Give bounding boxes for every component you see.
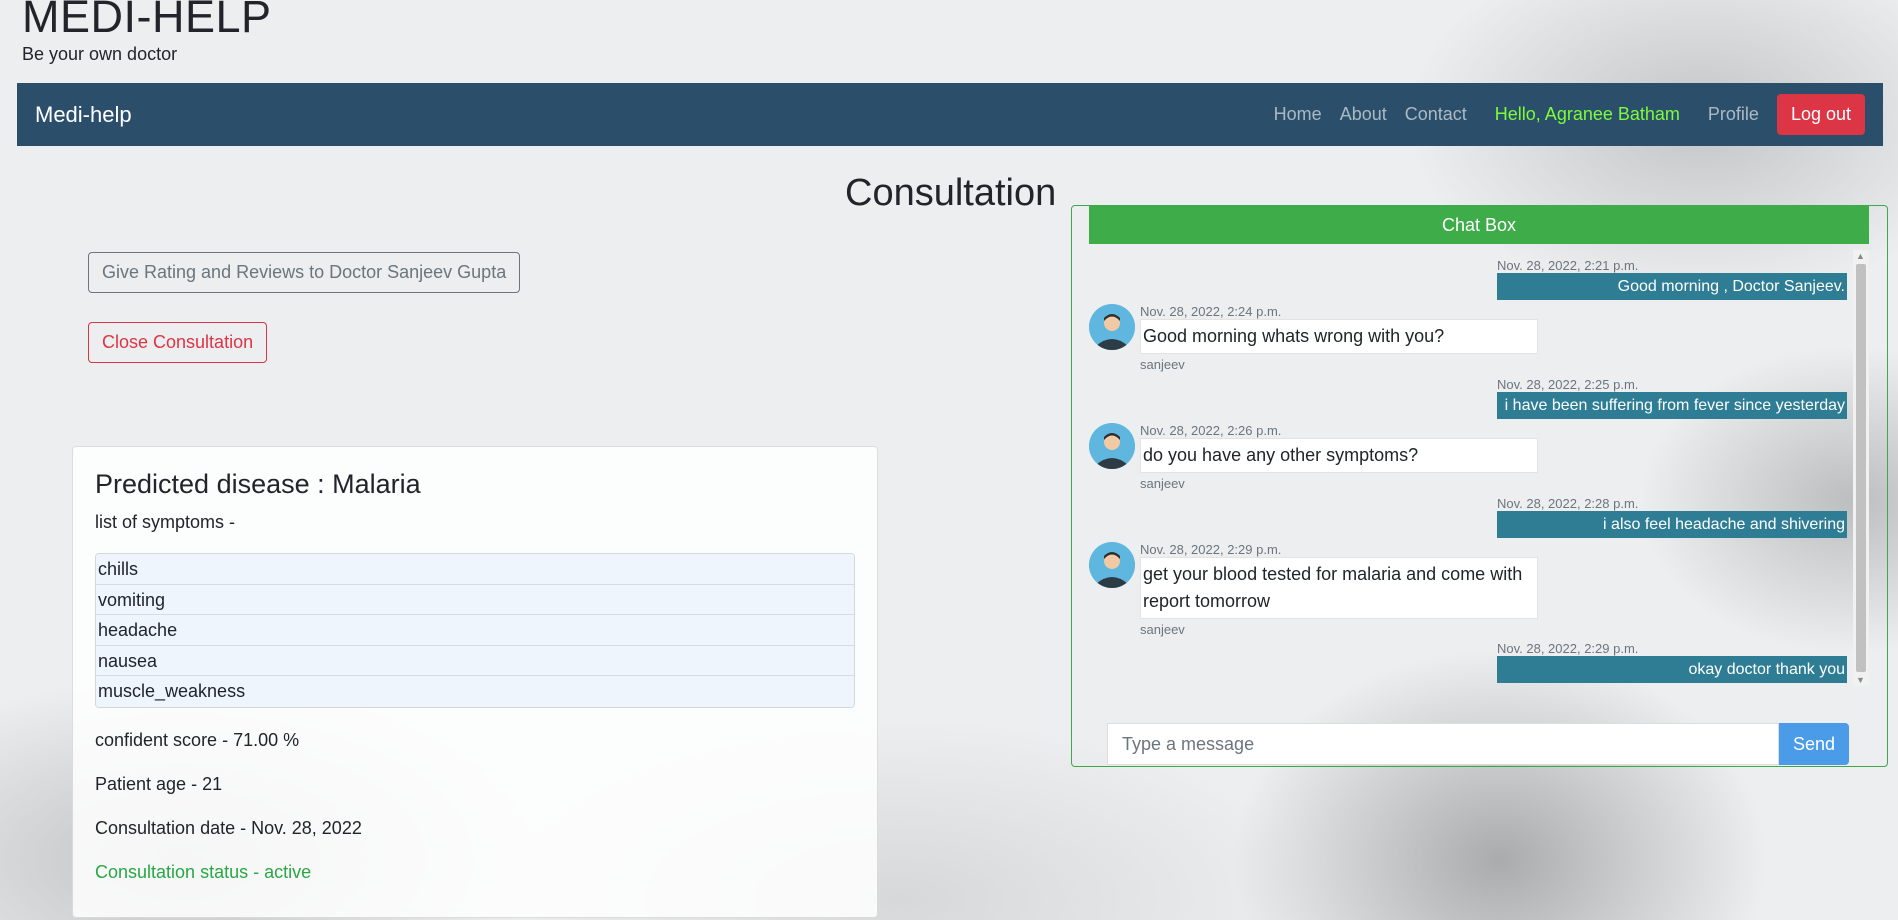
message-time: Nov. 28, 2022, 2:25 p.m.: [1497, 377, 1639, 392]
scroll-down-arrow-icon[interactable]: ▼: [1856, 675, 1865, 685]
navbar-brand[interactable]: Medi-help: [35, 102, 132, 128]
message-time: Nov. 28, 2022, 2:21 p.m.: [1497, 258, 1639, 273]
sent-bubble: i have been suffering from fever since y…: [1497, 392, 1847, 419]
symptom-item: nausea: [96, 645, 854, 676]
received-bubble: do you have any other symptoms?: [1140, 438, 1538, 473]
sender-name: sanjeev: [1140, 622, 1185, 637]
nav-link-contact[interactable]: Contact: [1405, 104, 1467, 125]
doctor-avatar-icon: [1089, 423, 1135, 469]
message-time: Nov. 28, 2022, 2:24 p.m.: [1140, 304, 1282, 319]
symptom-list: chills vomiting headache nausea muscle_w…: [95, 553, 855, 708]
chat-box: Chat Box Nov. 28, 2022, 2:21 p.m. Good m…: [1071, 205, 1888, 767]
brand-tagline: Be your own doctor: [22, 43, 178, 64]
logout-button[interactable]: Log out: [1776, 94, 1865, 135]
message-time: Nov. 28, 2022, 2:29 p.m.: [1140, 542, 1282, 557]
predicted-disease-title: Predicted disease : Malaria: [95, 469, 421, 499]
symptom-item: chills: [96, 554, 854, 585]
nav-greeting: Hello, Agranee Batham: [1494, 104, 1680, 124]
sent-message: Nov. 28, 2022, 2:25 p.m. i have been suf…: [1497, 377, 1847, 419]
sender-name: sanjeev: [1140, 476, 1185, 491]
sent-bubble: Good morning , Doctor Sanjeev.: [1497, 273, 1847, 300]
rating-review-button[interactable]: Give Rating and Reviews to Doctor Sanjee…: [88, 252, 521, 293]
sent-bubble: i also feel headache and shivering: [1497, 511, 1847, 538]
received-body: Nov. 28, 2022, 2:24 p.m. Good morning wh…: [1140, 304, 1540, 372]
nav-link-home[interactable]: Home: [1274, 104, 1322, 125]
message-time: Nov. 28, 2022, 2:29 p.m.: [1497, 641, 1639, 656]
chat-messages[interactable]: Nov. 28, 2022, 2:21 p.m. Good morning , …: [1089, 250, 1869, 686]
received-bubble: get your blood tested for malaria and co…: [1140, 557, 1538, 619]
symptom-item: muscle_weakness: [96, 676, 854, 707]
symptoms-label: list of symptoms -: [95, 512, 236, 532]
sent-message: Nov. 28, 2022, 2:21 p.m. Good morning , …: [1497, 258, 1847, 300]
prediction-card: Predicted disease : Malaria list of symp…: [72, 446, 878, 918]
message-time: Nov. 28, 2022, 2:28 p.m.: [1497, 496, 1639, 511]
symptom-item: vomiting: [96, 584, 854, 615]
sent-message: Nov. 28, 2022, 2:29 p.m. okay doctor tha…: [1497, 641, 1847, 683]
sent-bubble: okay doctor thank you: [1497, 656, 1847, 683]
chat-header: Chat Box: [1089, 206, 1869, 244]
close-consultation-button[interactable]: Close Consultation: [88, 322, 268, 363]
nav-link-profile[interactable]: Profile: [1708, 104, 1759, 125]
sender-name: sanjeev: [1140, 357, 1185, 372]
message-time: Nov. 28, 2022, 2:26 p.m.: [1140, 423, 1282, 438]
sent-message: Nov. 28, 2022, 2:28 p.m. i also feel hea…: [1497, 496, 1847, 538]
send-button[interactable]: Send: [1779, 723, 1849, 765]
chat-scrollbar[interactable]: ▲ ▼: [1853, 250, 1869, 686]
nav-link-about[interactable]: About: [1340, 104, 1387, 125]
consultation-status: Consultation status - active: [95, 861, 312, 882]
message-input[interactable]: [1107, 723, 1779, 765]
scroll-up-arrow-icon[interactable]: ▲: [1856, 251, 1865, 261]
doctor-avatar-icon: [1089, 542, 1135, 588]
symptom-item: headache: [96, 615, 854, 646]
scroll-thumb[interactable]: [1856, 264, 1866, 672]
brand-header: MEDI-HELP Be your own doctor: [22, 0, 272, 65]
navbar-right: Home About Contact Hello, Agranee Batham…: [1256, 94, 1865, 135]
page-title: Consultation: [845, 172, 1057, 214]
patient-age: Patient age - 21: [95, 773, 223, 794]
consultation-date: Consultation date - Nov. 28, 2022: [95, 817, 362, 838]
received-body: Nov. 28, 2022, 2:26 p.m. do you have any…: [1140, 423, 1540, 491]
brand-title: MEDI-HELP: [22, 0, 272, 42]
doctor-avatar-icon: [1089, 304, 1135, 350]
confidence-score: confident score - 71.00 %: [95, 729, 300, 750]
received-body: Nov. 28, 2022, 2:29 p.m. get your blood …: [1140, 542, 1540, 637]
received-bubble: Good morning whats wrong with you?: [1140, 319, 1538, 354]
navbar: Medi-help Home About Contact Hello, Agra…: [17, 83, 1883, 146]
